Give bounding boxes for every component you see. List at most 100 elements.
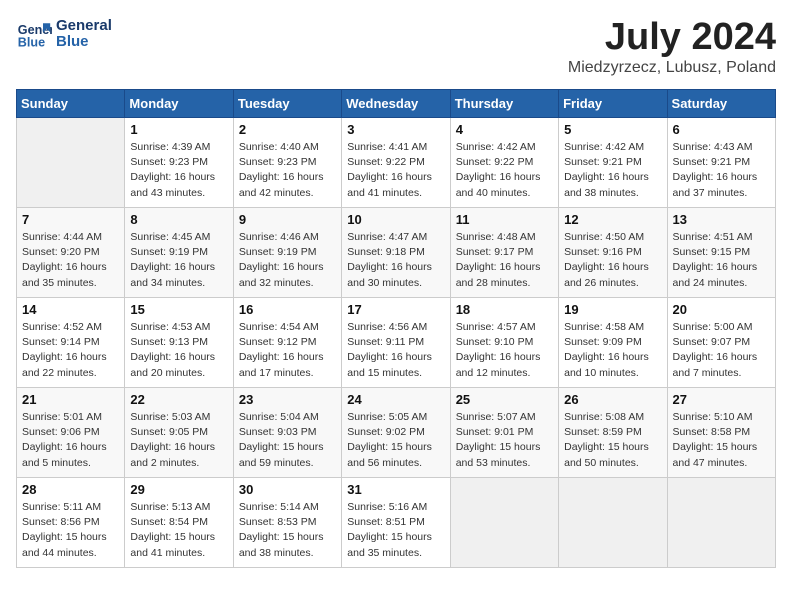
calendar-cell: 16 Sunrise: 4:54 AMSunset: 9:12 PMDayligh… [233,298,341,388]
week-row-0: 1 Sunrise: 4:39 AMSunset: 9:23 PMDaylight… [17,118,776,208]
week-row-1: 7 Sunrise: 4:44 AMSunset: 9:20 PMDaylight… [17,208,776,298]
calendar-cell [667,478,775,568]
day-info: Sunrise: 4:45 AMSunset: 9:19 PMDaylight:… [130,230,227,291]
day-info: Sunrise: 4:57 AMSunset: 9:10 PMDaylight:… [456,320,553,381]
day-number: 4 [456,122,553,137]
logo: General Blue General Blue [16,16,112,52]
calendar-cell: 11Sunrise: 4:48 AMSunset: 9:17 PMDayligh… [450,208,558,298]
day-number: 14 [22,302,119,317]
day-info: Sunrise: 5:11 AMSunset: 8:56 PMDaylight:… [22,500,119,561]
day-info: Sunrise: 4:56 AMSunset: 9:11 PMDaylight:… [347,320,444,381]
day-number: 7 [22,212,119,227]
day-number: 6 [673,122,770,137]
day-info: Sunrise: 5:01 AMSunset: 9:06 PMDaylight:… [22,410,119,471]
calendar-cell: 15 Sunrise: 4:53 AMSunset: 9:13 PMDayligh… [125,298,233,388]
day-info: Sunrise: 5:08 AMSunset: 8:59 PMDaylight:… [564,410,661,471]
logo-line2: Blue [56,34,112,51]
calendar-cell: 7 Sunrise: 4:44 AMSunset: 9:20 PMDaylight… [17,208,125,298]
day-info: Sunrise: 4:53 AMSunset: 9:13 PMDaylight:… [130,320,227,381]
calendar-cell: 4Sunrise: 4:42 AMSunset: 9:22 PMDaylight… [450,118,558,208]
calendar-cell: 9 Sunrise: 4:46 AMSunset: 9:19 PMDaylight… [233,208,341,298]
day-info: Sunrise: 5:16 AMSunset: 8:51 PMDaylight:… [347,500,444,561]
calendar-cell: 13 Sunrise: 4:51 AMSunset: 9:15 PMDayligh… [667,208,775,298]
day-number: 1 [130,122,227,137]
header-saturday: Saturday [667,90,775,118]
calendar-cell: 27Sunrise: 5:10 AMSunset: 8:58 PMDayligh… [667,388,775,478]
header-sunday: Sunday [17,90,125,118]
day-info: Sunrise: 4:39 AMSunset: 9:23 PMDaylight:… [130,140,227,201]
day-number: 11 [456,212,553,227]
day-number: 8 [130,212,227,227]
day-info: Sunrise: 5:13 AMSunset: 8:54 PMDaylight:… [130,500,227,561]
calendar-cell: 28 Sunrise: 5:11 AMSunset: 8:56 PMDayligh… [17,478,125,568]
month-title: July 2024 [568,16,776,59]
calendar-cell: 10Sunrise: 4:47 AMSunset: 9:18 PMDayligh… [342,208,450,298]
header: General Blue General Blue July 2024 Mied… [16,16,776,77]
header-friday: Friday [559,90,667,118]
header-tuesday: Tuesday [233,90,341,118]
day-info: Sunrise: 5:04 AMSunset: 9:03 PMDaylight:… [239,410,336,471]
location: Miedzyrzecz, Lubusz, Poland [568,59,776,77]
header-monday: Monday [125,90,233,118]
day-info: Sunrise: 4:58 AMSunset: 9:09 PMDaylight:… [564,320,661,381]
calendar-cell: 31Sunrise: 5:16 AMSunset: 8:51 PMDayligh… [342,478,450,568]
calendar-table: SundayMondayTuesdayWednesdayThursdayFrid… [16,89,776,568]
day-number: 20 [673,302,770,317]
day-info: Sunrise: 4:54 AMSunset: 9:12 PMDaylight:… [239,320,336,381]
calendar-cell: 14 Sunrise: 4:52 AMSunset: 9:14 PMDayligh… [17,298,125,388]
day-number: 23 [239,392,336,407]
day-number: 21 [22,392,119,407]
day-number: 15 [130,302,227,317]
day-number: 17 [347,302,444,317]
day-info: Sunrise: 4:40 AMSunset: 9:23 PMDaylight:… [239,140,336,201]
calendar-cell: 22 Sunrise: 5:03 AMSunset: 9:05 PMDayligh… [125,388,233,478]
day-info: Sunrise: 5:03 AMSunset: 9:05 PMDaylight:… [130,410,227,471]
day-number: 30 [239,482,336,497]
calendar-cell: 5Sunrise: 4:42 AMSunset: 9:21 PMDaylight… [559,118,667,208]
day-info: Sunrise: 5:10 AMSunset: 8:58 PMDaylight:… [673,410,770,471]
day-info: Sunrise: 4:46 AMSunset: 9:19 PMDaylight:… [239,230,336,291]
day-number: 25 [456,392,553,407]
day-info: Sunrise: 4:44 AMSunset: 9:20 PMDaylight:… [22,230,119,291]
calendar-cell: 26 Sunrise: 5:08 AMSunset: 8:59 PMDayligh… [559,388,667,478]
day-info: Sunrise: 4:47 AMSunset: 9:18 PMDaylight:… [347,230,444,291]
day-number: 5 [564,122,661,137]
svg-text:Blue: Blue [18,36,45,50]
day-number: 12 [564,212,661,227]
day-number: 9 [239,212,336,227]
day-number: 16 [239,302,336,317]
calendar-header-row: SundayMondayTuesdayWednesdayThursdayFrid… [17,90,776,118]
day-number: 24 [347,392,444,407]
day-number: 2 [239,122,336,137]
calendar-cell: 24Sunrise: 5:05 AMSunset: 9:02 PMDayligh… [342,388,450,478]
calendar-cell: 8 Sunrise: 4:45 AMSunset: 9:19 PMDaylight… [125,208,233,298]
day-info: Sunrise: 4:41 AMSunset: 9:22 PMDaylight:… [347,140,444,201]
title-area: July 2024 Miedzyrzecz, Lubusz, Poland [568,16,776,77]
day-number: 26 [564,392,661,407]
day-number: 3 [347,122,444,137]
week-row-3: 21 Sunrise: 5:01 AMSunset: 9:06 PMDayligh… [17,388,776,478]
calendar-cell: 21 Sunrise: 5:01 AMSunset: 9:06 PMDayligh… [17,388,125,478]
day-info: Sunrise: 4:50 AMSunset: 9:16 PMDaylight:… [564,230,661,291]
calendar-cell: 3 Sunrise: 4:41 AMSunset: 9:22 PMDaylight… [342,118,450,208]
calendar-cell: 29 Sunrise: 5:13 AMSunset: 8:54 PMDayligh… [125,478,233,568]
calendar-cell: 23 Sunrise: 5:04 AMSunset: 9:03 PMDayligh… [233,388,341,478]
logo-line1: General [56,18,112,35]
calendar-cell [17,118,125,208]
day-number: 18 [456,302,553,317]
calendar-cell: 20Sunrise: 5:00 AMSunset: 9:07 PMDayligh… [667,298,775,388]
day-info: Sunrise: 4:51 AMSunset: 9:15 PMDaylight:… [673,230,770,291]
calendar-cell: 17 Sunrise: 4:56 AMSunset: 9:11 PMDayligh… [342,298,450,388]
calendar-cell [450,478,558,568]
day-number: 28 [22,482,119,497]
day-info: Sunrise: 4:52 AMSunset: 9:14 PMDaylight:… [22,320,119,381]
day-number: 29 [130,482,227,497]
calendar-cell: 12 Sunrise: 4:50 AMSunset: 9:16 PMDayligh… [559,208,667,298]
day-number: 13 [673,212,770,227]
calendar-cell: 18 Sunrise: 4:57 AMSunset: 9:10 PMDayligh… [450,298,558,388]
calendar-cell [559,478,667,568]
day-number: 22 [130,392,227,407]
calendar-cell: 30Sunrise: 5:14 AMSunset: 8:53 PMDayligh… [233,478,341,568]
week-row-2: 14 Sunrise: 4:52 AMSunset: 9:14 PMDayligh… [17,298,776,388]
day-info: Sunrise: 4:43 AMSunset: 9:21 PMDaylight:… [673,140,770,201]
